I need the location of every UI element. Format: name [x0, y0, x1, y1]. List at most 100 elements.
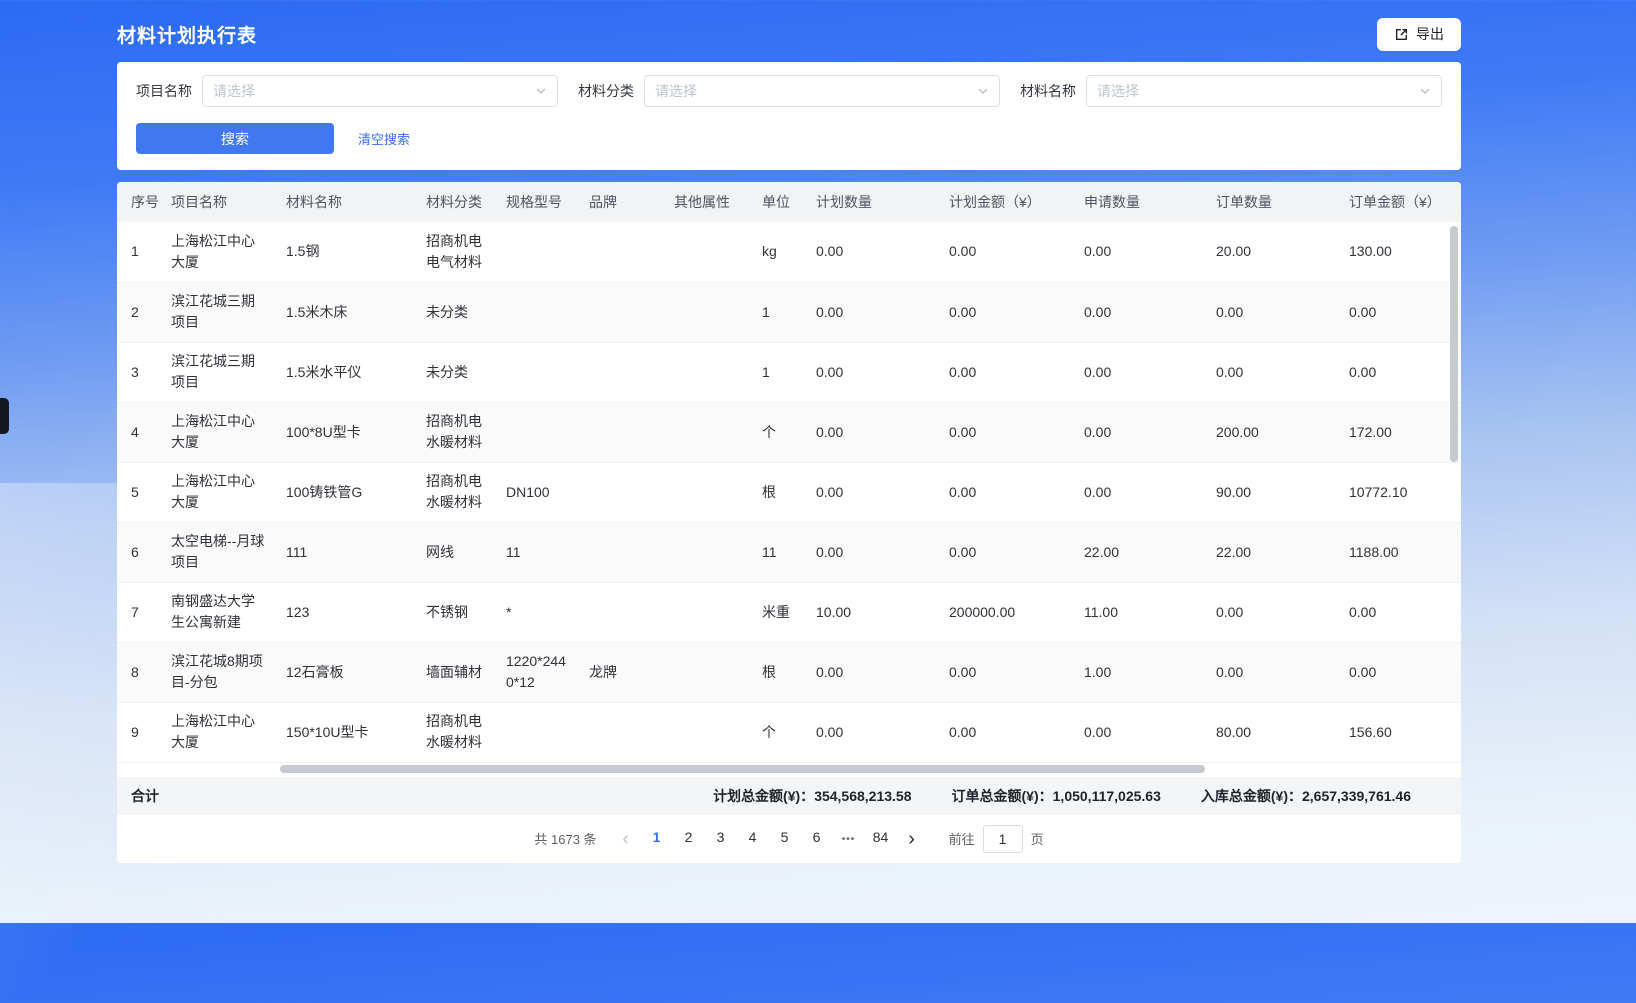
page-ellipsis[interactable]: •••	[833, 825, 865, 855]
page-button-6[interactable]: 6	[801, 822, 833, 852]
table-cell: 0.00	[806, 282, 939, 342]
page-button-3[interactable]: 3	[705, 822, 737, 852]
table-cell: 滨江花城三期项目	[161, 282, 276, 342]
table-row[interactable]: 1上海松江中心大厦1.5钢招商机电电气材料kg0.000.000.0020.00…	[117, 222, 1461, 282]
table-cell: 0.00	[1339, 282, 1461, 342]
table-cell	[496, 702, 579, 762]
table-cell: 0.00	[806, 462, 939, 522]
column-header: 材料名称	[276, 182, 416, 222]
filter-select[interactable]: 请选择	[202, 75, 558, 107]
table-cell	[664, 462, 752, 522]
filter-select[interactable]: 请选择	[644, 75, 1000, 107]
table-cell	[579, 522, 664, 582]
page-button-1[interactable]: 1	[641, 822, 673, 852]
search-button[interactable]: 搜索	[136, 123, 334, 154]
table-cell: 123	[276, 582, 416, 642]
table-cell: 招商机电水暖材料	[416, 462, 496, 522]
filter-label: 材料名称	[1020, 81, 1076, 101]
table-row[interactable]: 2滨江花城三期项目1.5米木床未分类10.000.000.000.000.00	[117, 282, 1461, 342]
clear-search-link[interactable]: 清空搜索	[358, 129, 410, 148]
next-page-button[interactable]: ›	[897, 824, 927, 854]
table-header-row: 序号项目名称材料名称材料分类规格型号品牌其他属性单位计划数量计划金额（¥）申请数…	[117, 182, 1461, 222]
summary-item-label: 计划总金额(¥)：	[713, 788, 814, 804]
export-button[interactable]: 导出	[1377, 18, 1461, 51]
table-cell: 0.00	[939, 342, 1074, 402]
filter-panel: 项目名称请选择材料分类请选择材料名称请选择 搜索 清空搜索	[117, 62, 1461, 170]
table-cell	[496, 402, 579, 462]
goto-suffix-label: 页	[1031, 829, 1044, 848]
table-cell: 0.00	[1339, 342, 1461, 402]
table-cell: 未分类	[416, 342, 496, 402]
column-header: 计划金额（¥）	[939, 182, 1074, 222]
table-cell: 0.00	[939, 402, 1074, 462]
table-cell: 0.00	[939, 702, 1074, 762]
table-row[interactable]: 9上海松江中心大厦150*10U型卡招商机电水暖材料个0.000.000.008…	[117, 702, 1461, 762]
table-cell: 1.5钢	[276, 222, 416, 282]
table-cell: 1220*2440*12	[496, 642, 579, 702]
table-cell: 5	[117, 462, 161, 522]
table-cell: 4	[117, 402, 161, 462]
page-background: { "page": { "title": "材料计划执行表" }, "toolb…	[0, 0, 1636, 923]
table-row[interactable]: 6太空电梯--月球项目111网线11110.000.0022.0022.0011…	[117, 522, 1461, 582]
page-button-5[interactable]: 5	[769, 822, 801, 852]
table-cell	[664, 642, 752, 702]
table-cell: 1	[752, 282, 806, 342]
page-button-4[interactable]: 4	[737, 822, 769, 852]
table-row[interactable]: 4上海松江中心大厦100*8U型卡招商机电水暖材料个0.000.000.0020…	[117, 402, 1461, 462]
filter-select[interactable]: 请选择	[1086, 75, 1442, 107]
table-cell: 100铸铁管G	[276, 462, 416, 522]
goto-page-input[interactable]	[983, 825, 1023, 853]
table-cell: 150*10U型卡	[276, 702, 416, 762]
next-page-icon: ›	[908, 828, 915, 850]
table-cell	[496, 222, 579, 282]
horizontal-scrollbar[interactable]	[280, 765, 1205, 773]
filter-item: 材料分类请选择	[578, 75, 1000, 107]
main-content: 材料计划执行表 导出 项目名称请选择材料分类请选择材料名称请选择 搜索 清空搜索…	[117, 0, 1461, 863]
table-cell: 1188.00	[1339, 522, 1461, 582]
chevron-down-icon	[535, 85, 547, 97]
table-cell: 2	[117, 282, 161, 342]
table-cell: 南钢盛达大学生公寓新建	[161, 582, 276, 642]
table-cell	[579, 582, 664, 642]
table-cell: 200.00	[1206, 402, 1339, 462]
table-row[interactable]: 7南钢盛达大学生公寓新建123不锈钢*米重10.00200000.0011.00…	[117, 582, 1461, 642]
table-cell: 上海松江中心大厦	[161, 222, 276, 282]
table-cell: 0.00	[1074, 702, 1206, 762]
column-header: 规格型号	[496, 182, 579, 222]
summary-item: 计划总金额(¥)：354,568,213.58	[713, 786, 911, 806]
table-cell	[496, 282, 579, 342]
page-button-84[interactable]: 84	[865, 822, 897, 852]
column-header: 单位	[752, 182, 806, 222]
summary-item: 订单总金额(¥)：1,050,117,025.63	[952, 786, 1161, 806]
table-cell: 0.00	[939, 522, 1074, 582]
table-cell: 6	[117, 522, 161, 582]
table-cell: 130.00	[1339, 222, 1461, 282]
table-cell: 9	[117, 702, 161, 762]
table-cell: 0.00	[1206, 282, 1339, 342]
table-row[interactable]: 3滨江花城三期项目1.5米水平仪未分类10.000.000.000.000.00	[117, 342, 1461, 402]
table-cell: 0.00	[939, 282, 1074, 342]
vertical-scrollbar[interactable]	[1450, 226, 1458, 462]
table-cell: 0.00	[939, 642, 1074, 702]
select-placeholder: 请选择	[213, 81, 255, 101]
table-cell: 0.00	[1206, 582, 1339, 642]
summary-total-label: 合计	[131, 786, 159, 806]
table-row[interactable]: 5上海松江中心大厦100铸铁管G招商机电水暖材料DN100根0.000.000.…	[117, 462, 1461, 522]
table-cell: 11.00	[1074, 582, 1206, 642]
table-cell	[579, 222, 664, 282]
table-row[interactable]: 8滨江花城8期项目-分包12石膏板墙面辅材1220*2440*12龙牌根0.00…	[117, 642, 1461, 702]
side-drawer-handle[interactable]	[0, 398, 9, 434]
table-cell	[579, 282, 664, 342]
prev-page-button[interactable]: ‹	[611, 824, 641, 854]
table-cell: DN100	[496, 462, 579, 522]
table-cell: 招商机电电气材料	[416, 222, 496, 282]
page-button-2[interactable]: 2	[673, 822, 705, 852]
table-cell: 滨江花城三期项目	[161, 342, 276, 402]
summary-item-label: 订单总金额(¥)：	[952, 788, 1053, 804]
goto-page: 前往 页	[949, 825, 1044, 853]
table-cell: 根	[752, 642, 806, 702]
table-cell: 156.60	[1339, 702, 1461, 762]
table-cell: 0.00	[1339, 582, 1461, 642]
table-cell	[579, 462, 664, 522]
table-cell: 0.00	[806, 702, 939, 762]
